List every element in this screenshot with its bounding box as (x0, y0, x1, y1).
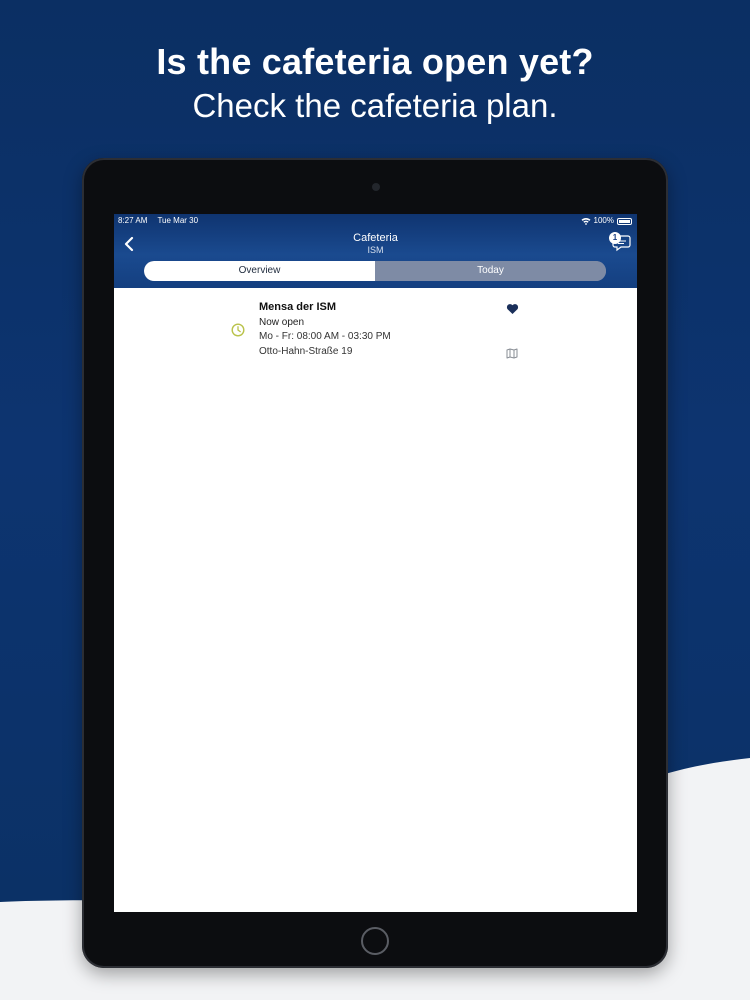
home-button[interactable] (361, 927, 389, 955)
status-time: 8:27 AM (118, 216, 148, 225)
heart-icon[interactable] (506, 303, 519, 315)
message-count-badge: 1 (609, 232, 621, 244)
nav-subtitle: ISM (367, 245, 384, 255)
cafeteria-hours: Mo - Fr: 08:00 AM - 03:30 PM (259, 331, 391, 342)
status-bar: 8:27 AM Tue Mar 30 100% (114, 214, 637, 228)
status-right: 100% (581, 214, 632, 228)
tab-overview[interactable]: Overview (144, 261, 375, 281)
cafeteria-list-item[interactable]: Mensa der ISM Now open Mo - Fr: 08:00 AM… (114, 298, 637, 378)
messages-button[interactable]: 1 (609, 232, 631, 252)
battery-icon (617, 217, 632, 225)
camera-icon (372, 183, 380, 191)
tablet-frame: 8:27 AM Tue Mar 30 100% Cafeteria ISM 1 … (82, 158, 668, 968)
app-header: 8:27 AM Tue Mar 30 100% Cafeteria ISM 1 … (114, 214, 637, 288)
segmented-control: Overview Today (144, 261, 606, 281)
status-left: 8:27 AM Tue Mar 30 (118, 214, 206, 228)
cafeteria-address: Otto-Hahn-Straße 19 (259, 346, 353, 357)
clock-icon (231, 323, 245, 337)
battery-percent: 100% (593, 216, 614, 225)
cafeteria-open-status: Now open (259, 317, 305, 328)
tab-today[interactable]: Today (375, 261, 606, 281)
cafeteria-name: Mensa der ISM (259, 301, 337, 313)
app-screen: 8:27 AM Tue Mar 30 100% Cafeteria ISM 1 … (114, 214, 637, 912)
promo-subtitle: Check the cafeteria plan. (192, 87, 558, 124)
wifi-icon (581, 217, 591, 225)
promo-title: Is the cafeteria open yet? (156, 41, 594, 82)
status-date: Tue Mar 30 (157, 216, 199, 225)
promo-headline: Is the cafeteria open yet? Check the caf… (0, 40, 750, 126)
nav-title: Cafeteria (353, 232, 398, 244)
map-icon[interactable] (506, 348, 518, 359)
